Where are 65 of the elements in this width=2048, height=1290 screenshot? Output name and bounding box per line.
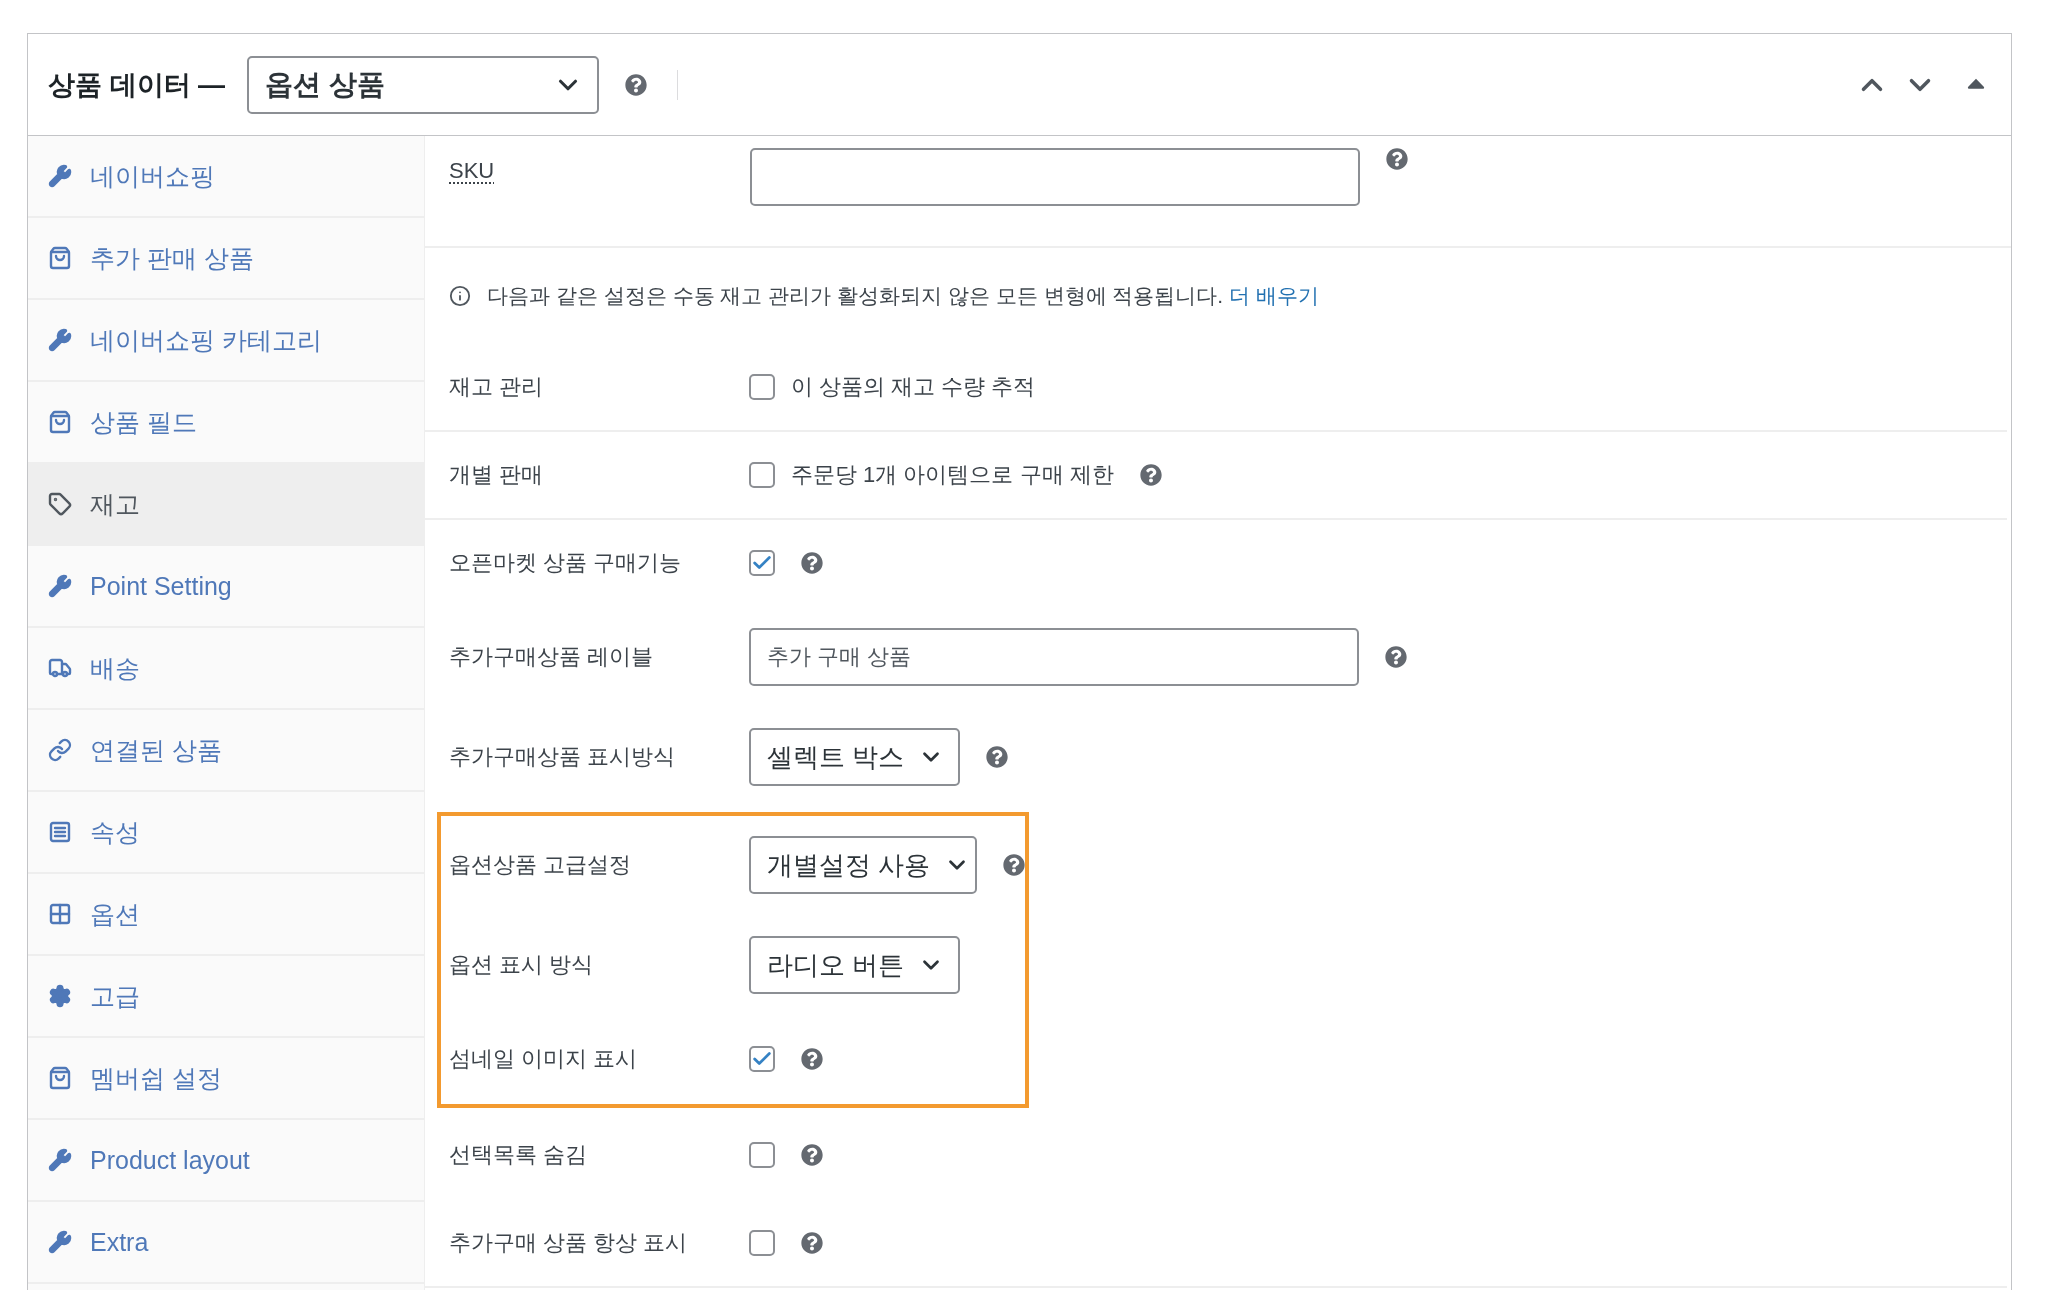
checkbox[interactable] (749, 550, 775, 576)
help-icon[interactable] (1139, 464, 1162, 486)
select-dropdown[interactable]: 개별설정 사용 (749, 836, 977, 894)
input-field[interactable]: 추가 구매 상품 (749, 628, 1359, 686)
field-label: 개별 판매 (449, 461, 545, 489)
link-icon (48, 738, 72, 762)
help-icon[interactable] (1003, 854, 1025, 876)
help-icon[interactable] (801, 1232, 823, 1254)
help-icon[interactable] (1385, 646, 1407, 668)
sidebar-item[interactable]: 재고 (28, 464, 424, 546)
truck-icon (48, 656, 72, 680)
sidebar-item[interactable]: 네이버쇼핑 (28, 136, 424, 218)
field-label: 선택목록 숨김 (449, 1141, 589, 1169)
wrench-icon (48, 574, 72, 598)
wrench-icon (48, 328, 72, 352)
learn-more-link[interactable]: 더 배우기 (1229, 284, 1320, 307)
checkbox[interactable] (749, 1142, 775, 1168)
product-type-select[interactable]: 옵션 상품 (247, 55, 599, 114)
field-label: 옵션상품 고급설정 (449, 851, 633, 879)
sidebar-item[interactable]: Point Setting (28, 546, 424, 628)
checkbox[interactable] (749, 1046, 775, 1072)
bag-icon (48, 410, 72, 434)
checkbox[interactable] (749, 462, 775, 488)
sidebar-item[interactable]: 추가 판매 상품 (28, 218, 424, 300)
bag-icon (48, 246, 72, 270)
sidebar-item[interactable]: 연결된 상품 (28, 710, 424, 792)
field-label: 추가구매 상품 항상 표시 (449, 1229, 689, 1257)
help-icon[interactable] (986, 746, 1009, 768)
help-icon[interactable] (801, 1144, 823, 1166)
sidebar-item[interactable]: Product layout (28, 1120, 424, 1202)
input-field[interactable] (750, 148, 1361, 206)
sidebar-item[interactable]: 네이버쇼핑 카테고리 (28, 300, 424, 382)
sidebar-item[interactable]: 옵션 (28, 874, 424, 956)
field-label: 재고 관리 (449, 373, 545, 401)
field-label: 추가구매상품 레이블 (449, 643, 655, 671)
wrench-icon (48, 164, 72, 188)
bag-icon (48, 1066, 72, 1090)
help-icon[interactable] (801, 552, 823, 574)
field-label: SKU (449, 157, 495, 184)
sidebar-item[interactable]: Extra (28, 1202, 424, 1284)
select-dropdown[interactable]: 라디오 버튼 (749, 936, 961, 994)
grid-icon (48, 902, 72, 926)
checkbox-label: 주문당 1개 아이템으로 구매 제한 (791, 461, 1114, 489)
sidebar-item[interactable]: 속성 (28, 792, 424, 874)
checkbox[interactable] (749, 374, 775, 400)
sidebar-item[interactable]: 멤버쉽 설정 (28, 1038, 424, 1120)
sidebar-item[interactable]: 배송 (28, 628, 424, 710)
field-label: 추가구매상품 표시방식 (449, 743, 677, 771)
field-label: 옵션 표시 방식 (449, 951, 595, 979)
help-icon[interactable] (625, 73, 647, 96)
checkbox-label: 이 상품의 재고 수량 추적 (791, 373, 1036, 401)
wrench-icon (48, 1230, 72, 1254)
field-label: 오픈마켓 상품 구매기능 (449, 549, 683, 577)
panel-title: 상품 데이터 — (48, 68, 225, 102)
notice-text: 다음과 같은 설정은 수동 재고 관리가 활성화되지 않은 모든 변형에 적용됩니다. 더 배우기 (487, 283, 1320, 309)
sidebar-item[interactable]: 고급 (28, 956, 424, 1038)
help-icon[interactable] (1386, 148, 1409, 170)
info-icon (449, 285, 471, 307)
select-dropdown[interactable]: 셀렉트 박스 (749, 728, 961, 786)
field-label: 섬네일 이미지 표시 (449, 1045, 639, 1073)
tag-icon (48, 492, 72, 516)
wrench-icon (48, 1148, 72, 1172)
checkbox[interactable] (749, 1230, 775, 1256)
list-icon (48, 820, 72, 844)
help-icon[interactable] (801, 1048, 823, 1070)
